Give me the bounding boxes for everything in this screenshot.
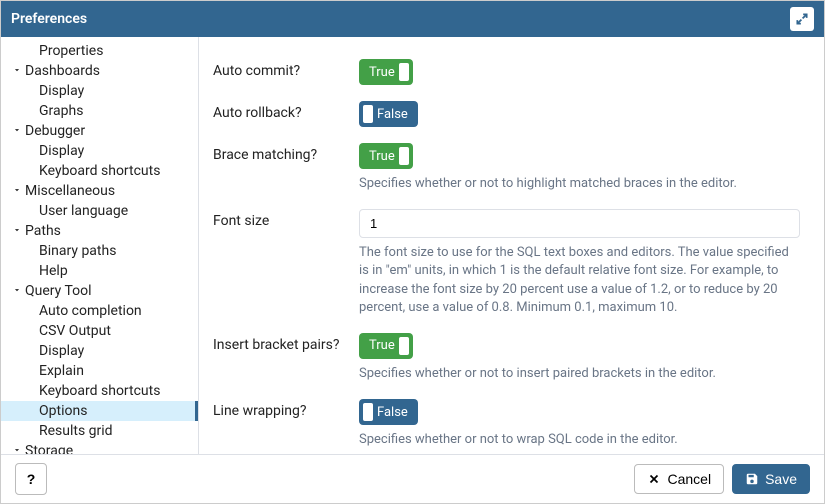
sidebar-item-display[interactable]: Display <box>1 141 198 161</box>
sidebar-item-user-language[interactable]: User language <box>1 201 198 221</box>
sidebar-item-options[interactable]: Options <box>1 401 198 421</box>
expand-icon[interactable] <box>790 7 814 31</box>
chevron-down-icon <box>11 183 23 199</box>
setting-row: Line wrapping?False Specifies whether or … <box>213 391 800 454</box>
font-size-input[interactable] <box>359 209 800 238</box>
chevron-down-icon <box>11 283 23 299</box>
sidebar-item-help[interactable]: Help <box>1 261 198 281</box>
sidebar-item-keyboard-shortcuts[interactable]: Keyboard shortcuts <box>1 381 198 401</box>
sidebar-item-explain[interactable]: Explain <box>1 361 198 381</box>
sidebar-item-auto-completion[interactable]: Auto completion <box>1 301 198 321</box>
setting-label: Insert bracket pairs? <box>213 333 359 353</box>
setting-row: Brace matching?True Specifies whether or … <box>213 135 800 201</box>
setting-help: Specifies whether or not to insert paire… <box>359 365 800 383</box>
sidebar-group-paths[interactable]: Paths <box>1 221 198 241</box>
setting-row: Insert bracket pairs?True Specifies wheth… <box>213 325 800 391</box>
titlebar: Preferences <box>1 1 824 37</box>
chevron-down-icon <box>11 223 23 239</box>
sidebar-group-storage[interactable]: Storage <box>1 441 198 454</box>
help-button[interactable]: ? <box>15 463 47 495</box>
sidebar-item-results-grid[interactable]: Results grid <box>1 421 198 441</box>
sidebar-item[interactable]: Properties <box>1 41 198 61</box>
toggle-false[interactable]: False <box>359 399 418 425</box>
setting-row: Font sizeThe font size to use for the SQ… <box>213 201 800 325</box>
setting-row: Auto commit?True <box>213 51 800 93</box>
toggle-true[interactable]: True <box>359 333 413 359</box>
save-icon <box>745 472 759 486</box>
toggle-true[interactable]: True <box>359 143 413 169</box>
setting-help: The font size to use for the SQL text bo… <box>359 244 800 317</box>
sidebar-item-csv-output[interactable]: CSV Output <box>1 321 198 341</box>
toggle-true[interactable]: True <box>359 59 413 85</box>
cancel-button[interactable]: Cancel <box>634 464 724 494</box>
setting-label: Brace matching? <box>213 143 359 163</box>
sidebar-item-keyboard-shortcuts[interactable]: Keyboard shortcuts <box>1 161 198 181</box>
footer: ? Cancel Save <box>1 454 824 503</box>
setting-row: Auto rollback?False <box>213 93 800 135</box>
settings-panel: Auto commit?TrueAuto rollback?FalseBrace… <box>199 37 824 454</box>
setting-label: Line wrapping? <box>213 399 359 419</box>
setting-label: Auto commit? <box>213 59 359 79</box>
chevron-down-icon <box>11 63 23 79</box>
sidebar-group-query-tool[interactable]: Query Tool <box>1 281 198 301</box>
sidebar: PropertiesDashboardsDisplayGraphsDebugge… <box>1 37 199 454</box>
sidebar-item-display[interactable]: Display <box>1 341 198 361</box>
sidebar-group-miscellaneous[interactable]: Miscellaneous <box>1 181 198 201</box>
sidebar-item-graphs[interactable]: Graphs <box>1 101 198 121</box>
setting-help: Specifies whether or not to wrap SQL cod… <box>359 431 800 449</box>
setting-help: Specifies whether or not to highlight ma… <box>359 175 800 193</box>
toggle-false[interactable]: False <box>359 101 418 127</box>
close-icon <box>647 472 661 486</box>
save-button[interactable]: Save <box>732 464 810 494</box>
sidebar-group-dashboards[interactable]: Dashboards <box>1 61 198 81</box>
sidebar-group-debugger[interactable]: Debugger <box>1 121 198 141</box>
sidebar-item-binary-paths[interactable]: Binary paths <box>1 241 198 261</box>
chevron-down-icon <box>11 443 23 454</box>
setting-label: Font size <box>213 209 359 229</box>
sidebar-item-display[interactable]: Display <box>1 81 198 101</box>
window-title: Preferences <box>11 11 87 27</box>
setting-label: Auto rollback? <box>213 101 359 121</box>
chevron-down-icon <box>11 123 23 139</box>
